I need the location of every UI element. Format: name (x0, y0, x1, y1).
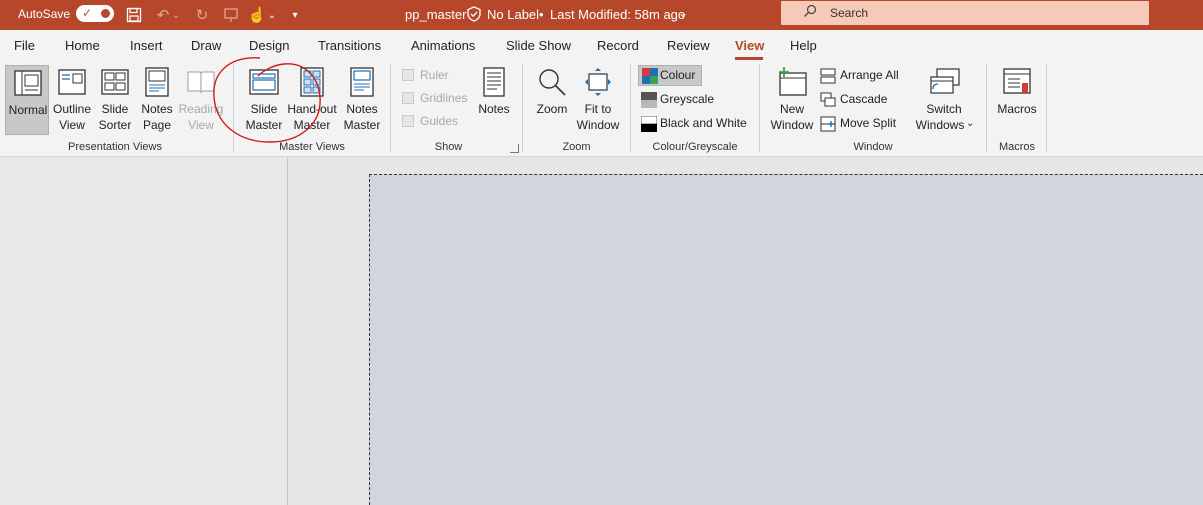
black-and-white-button[interactable]: Black and White (639, 115, 751, 135)
group-divider (759, 64, 760, 152)
outline-view-icon (58, 69, 86, 95)
document-title[interactable]: pp_master (405, 7, 466, 22)
sensitivity-label[interactable]: No Label (487, 7, 539, 22)
slide-master-button[interactable]: Slide Master (242, 65, 286, 135)
tab-help[interactable]: Help (790, 38, 817, 53)
checkbox-box (402, 92, 414, 104)
tab-insert[interactable]: Insert (130, 38, 163, 53)
group-divider (1046, 64, 1047, 152)
chevron-down-icon[interactable]: ⌄ (678, 6, 688, 20)
last-modified-text[interactable]: Last Modified: 58m ago (550, 7, 685, 22)
tab-review[interactable]: Review (667, 38, 710, 53)
notes-page-button[interactable]: Notes Page (138, 65, 176, 135)
redo-icon[interactable]: ↻ (192, 5, 212, 25)
group-label-presentation-views: Presentation Views (68, 141, 162, 153)
normal-view-icon (14, 70, 42, 96)
title-separator: • (539, 7, 544, 22)
search-box[interactable]: Search (781, 1, 1149, 25)
move-split-button[interactable]: Move Split (819, 115, 901, 135)
sensitivity-shield-icon (467, 6, 481, 25)
tab-animations[interactable]: Animations (411, 38, 475, 53)
new-window-icon (779, 67, 807, 96)
autosave-toggle[interactable]: ✓ (76, 5, 114, 22)
group-label-colour-greyscale: Colour/Greyscale (652, 141, 738, 153)
macros-button[interactable]: Macros (994, 65, 1040, 135)
group-label-show: Show (434, 141, 463, 153)
outline-view-button[interactable]: Outline View (52, 65, 92, 135)
tab-home[interactable]: Home (65, 38, 100, 53)
tab-record[interactable]: Record (597, 38, 639, 53)
autosave-label: AutoSave (18, 7, 71, 21)
save-icon[interactable] (124, 5, 144, 25)
chevron-down-icon: ⌄ (966, 118, 975, 129)
macros-icon (1003, 68, 1031, 94)
search-placeholder: Search (830, 6, 869, 20)
switch-windows-icon (930, 68, 960, 94)
reading-view-button[interactable]: Reading View (178, 65, 224, 135)
reading-view-icon (187, 71, 215, 94)
notes-icon (483, 67, 505, 97)
zoom-button[interactable]: Zoom (532, 65, 572, 135)
group-divider (522, 64, 523, 152)
group-divider (233, 64, 234, 152)
group-label-window: Window (853, 141, 893, 153)
group-divider (630, 64, 631, 152)
arrange-all-button[interactable]: Arrange All (819, 67, 903, 87)
group-label-macros: Macros (998, 141, 1036, 153)
new-window-button[interactable]: New Window (768, 65, 816, 135)
notes-button[interactable]: Notes (475, 65, 513, 135)
customize-qat-icon[interactable]: ▾ (288, 5, 302, 25)
colour-icon (642, 68, 658, 84)
cascade-button[interactable]: Cascade (819, 91, 889, 111)
greyscale-icon (641, 92, 657, 108)
slide[interactable] (369, 174, 1203, 505)
tab-slide-show[interactable]: Slide Show (506, 38, 571, 53)
ribbon: Normal Outline View Slide Sorter Notes P… (0, 60, 1203, 157)
touch-mode-icon[interactable]: ☝ (247, 5, 267, 25)
notes-master-button[interactable]: Notes Master (341, 65, 383, 135)
group-divider (986, 64, 987, 152)
group-label-zoom: Zoom (562, 141, 591, 153)
switch-windows-button[interactable]: Switch Windows ⌄ (912, 65, 976, 135)
fit-to-window-button[interactable]: Fit to Window (574, 65, 622, 135)
normal-view-button[interactable]: Normal (5, 65, 49, 135)
black-and-white-icon (641, 116, 657, 132)
checkbox-box (402, 69, 414, 81)
ribbon-tabs: File Home Insert Draw Design Transitions… (0, 30, 1203, 60)
cascade-icon (820, 92, 836, 107)
undo-dropdown-icon[interactable]: ⌄ (170, 5, 182, 25)
move-split-icon (820, 116, 836, 132)
checkmark-icon: ✓ (82, 6, 93, 20)
tab-transitions[interactable]: Transitions (318, 38, 381, 53)
greyscale-button[interactable]: Greyscale (639, 91, 719, 111)
slide-sorter-icon (101, 69, 129, 95)
checkbox-box (402, 115, 414, 127)
search-icon (804, 4, 817, 17)
tab-view[interactable]: View (735, 38, 764, 53)
slide-sorter-button[interactable]: Slide Sorter (96, 65, 134, 135)
colour-button[interactable]: Colour (638, 65, 702, 86)
handout-master-button[interactable]: Hand-out Master (286, 65, 338, 135)
magnifier-icon (539, 69, 566, 96)
fit-to-window-icon (585, 68, 611, 96)
title-bar: AutoSave ✓ ↶ ⌄ ↻ ☝ ⌄ ▾ pp_master No Labe… (0, 0, 1203, 30)
arrange-all-icon (820, 68, 836, 84)
dialog-launcher-icon[interactable] (510, 144, 519, 153)
tab-draw[interactable]: Draw (191, 38, 221, 53)
notes-page-icon (145, 67, 169, 97)
group-label-master-views: Master Views (279, 141, 345, 153)
touch-dropdown-icon[interactable]: ⌄ (266, 5, 278, 25)
notes-master-icon (350, 67, 374, 97)
present-icon[interactable] (221, 5, 241, 25)
group-divider (390, 64, 391, 152)
handout-master-icon (300, 67, 324, 97)
tab-design[interactable]: Design (249, 38, 289, 53)
tab-file[interactable]: File (14, 38, 35, 53)
slide-master-icon (249, 69, 279, 95)
toggle-knob (101, 9, 110, 18)
slide-thumbnail-pane[interactable] (0, 157, 287, 505)
